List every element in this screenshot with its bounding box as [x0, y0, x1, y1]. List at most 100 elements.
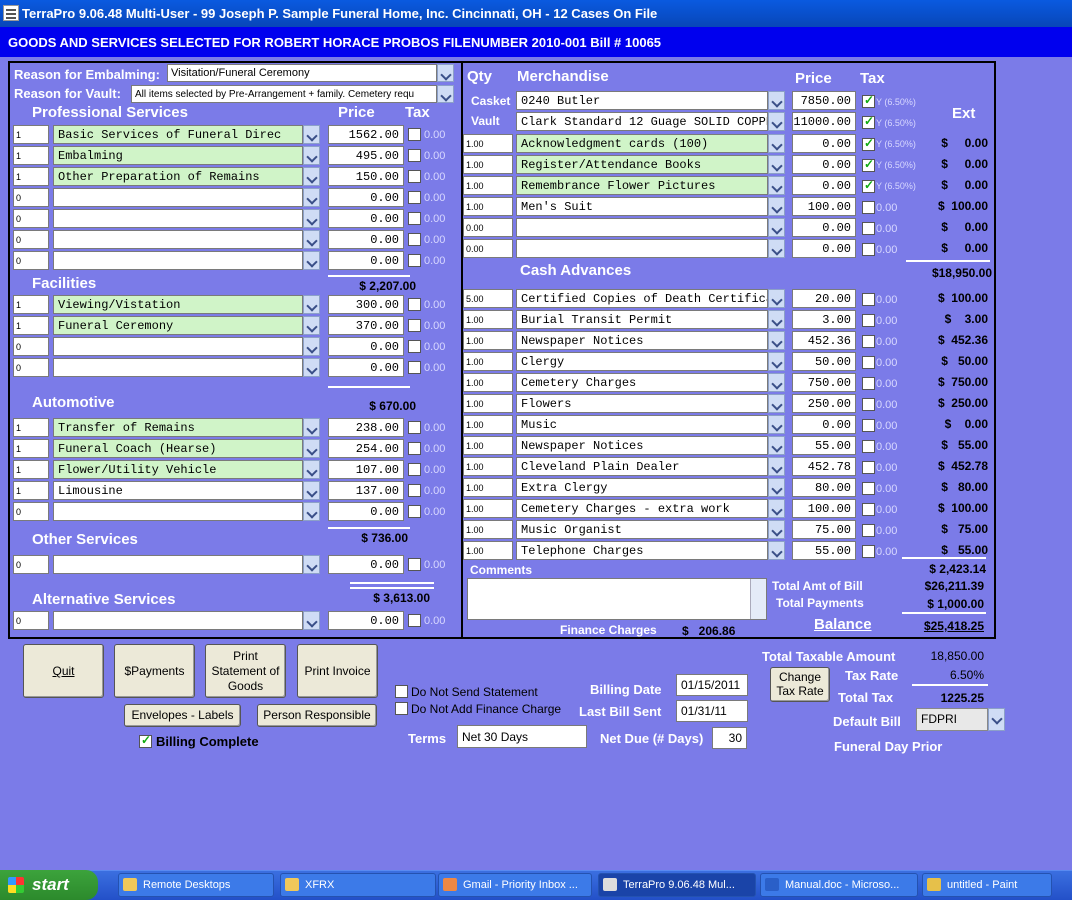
- item-name-field[interactable]: Cemetery Charges - extra work: [516, 499, 768, 518]
- service-name-field[interactable]: [53, 358, 303, 377]
- qty-spinner[interactable]: 1.00: [463, 436, 513, 455]
- item-dropdown[interactable]: [768, 478, 785, 497]
- app-icon[interactable]: [3, 5, 19, 21]
- tax-checkbox[interactable]: [408, 319, 421, 332]
- qty-spinner[interactable]: 0: [13, 358, 49, 377]
- tax-checkbox[interactable]: [862, 243, 875, 256]
- service-price-input[interactable]: 0.00: [328, 251, 404, 270]
- service-name-field[interactable]: [53, 188, 303, 207]
- tax-checkbox[interactable]: [862, 440, 875, 453]
- service-dropdown[interactable]: [303, 611, 320, 630]
- tax-checkbox[interactable]: [862, 503, 875, 516]
- qty-spinner[interactable]: 1.00: [463, 478, 513, 497]
- item-price-input[interactable]: 0.00: [792, 218, 856, 237]
- embalming-reason-dropdown[interactable]: [437, 64, 454, 82]
- qty-spinner[interactable]: 1.00: [463, 541, 513, 560]
- item-name-field[interactable]: Flowers: [516, 394, 768, 413]
- item-dropdown[interactable]: [768, 520, 785, 539]
- tax-checkbox[interactable]: [408, 614, 421, 627]
- item-name-field[interactable]: Burial Transit Permit: [516, 310, 768, 329]
- item-dropdown[interactable]: [768, 239, 785, 258]
- qty-spinner[interactable]: 1.00: [463, 499, 513, 518]
- service-price-input[interactable]: 254.00: [328, 439, 404, 458]
- item-name-field[interactable]: Clergy: [516, 352, 768, 371]
- service-dropdown[interactable]: [303, 167, 320, 186]
- tax-checkbox[interactable]: [862, 419, 875, 432]
- service-dropdown[interactable]: [303, 555, 320, 574]
- item-name-field[interactable]: Certified Copies of Death Certifica: [516, 289, 768, 308]
- qty-spinner[interactable]: 0: [13, 230, 49, 249]
- last-bill-sent-input[interactable]: 01/31/11: [676, 700, 748, 722]
- tax-checkbox[interactable]: [862, 524, 875, 537]
- item-price-input[interactable]: 80.00: [792, 478, 856, 497]
- service-name-field[interactable]: Basic Services of Funeral Direc: [53, 125, 303, 144]
- vault-tax-checkbox[interactable]: [862, 114, 875, 129]
- service-name-field[interactable]: Funeral Ceremony: [53, 316, 303, 335]
- envelopes-labels-button[interactable]: Envelopes - Labels: [124, 704, 241, 727]
- qty-spinner[interactable]: 0: [13, 209, 49, 228]
- qty-spinner[interactable]: 0: [13, 251, 49, 270]
- change-tax-rate-button[interactable]: Change Tax Rate: [770, 667, 830, 702]
- item-dropdown[interactable]: [768, 197, 785, 216]
- tax-checkbox[interactable]: [408, 340, 421, 353]
- service-price-input[interactable]: 107.00: [328, 460, 404, 479]
- service-dropdown[interactable]: [303, 358, 320, 377]
- qty-spinner[interactable]: 1.00: [463, 310, 513, 329]
- service-dropdown[interactable]: [303, 337, 320, 356]
- taskbar-item[interactable]: XFRX: [280, 873, 436, 897]
- item-dropdown[interactable]: [768, 457, 785, 476]
- item-price-input[interactable]: 750.00: [792, 373, 856, 392]
- item-name-field[interactable]: Remembrance Flower Pictures: [516, 176, 768, 195]
- item-name-field[interactable]: Cleveland Plain Dealer: [516, 457, 768, 476]
- comments-textarea[interactable]: [467, 578, 767, 620]
- print-statement-button[interactable]: Print Statement of Goods: [205, 644, 286, 698]
- tax-checkbox[interactable]: [862, 222, 875, 235]
- tax-checkbox[interactable]: [862, 461, 875, 474]
- service-name-field[interactable]: Limousine: [53, 481, 303, 500]
- item-name-field[interactable]: Cemetery Charges: [516, 373, 768, 392]
- qty-spinner[interactable]: 1: [13, 167, 49, 186]
- service-name-field[interactable]: [53, 251, 303, 270]
- service-price-input[interactable]: 137.00: [328, 481, 404, 500]
- item-dropdown[interactable]: [768, 541, 785, 560]
- billing-date-input[interactable]: 01/15/2011: [676, 674, 748, 696]
- service-price-input[interactable]: 0.00: [328, 188, 404, 207]
- item-price-input[interactable]: 0.00: [792, 155, 856, 174]
- service-name-field[interactable]: [53, 611, 303, 630]
- vault-dropdown[interactable]: [768, 112, 785, 131]
- item-name-field[interactable]: [516, 239, 768, 258]
- net-due-input[interactable]: 30: [712, 727, 747, 749]
- qty-spinner[interactable]: 0: [13, 555, 49, 574]
- qty-spinner[interactable]: 1: [13, 439, 49, 458]
- service-price-input[interactable]: 300.00: [328, 295, 404, 314]
- qty-spinner[interactable]: 1.00: [463, 520, 513, 539]
- qty-spinner[interactable]: 1: [13, 316, 49, 335]
- item-price-input[interactable]: 20.00: [792, 289, 856, 308]
- tax-checkbox[interactable]: [862, 398, 875, 411]
- do-not-add-finance-checkbox[interactable]: [395, 702, 408, 715]
- service-dropdown[interactable]: [303, 502, 320, 521]
- service-price-input[interactable]: 0.00: [328, 555, 404, 574]
- service-name-field[interactable]: [53, 337, 303, 356]
- item-name-field[interactable]: Telephone Charges: [516, 541, 768, 560]
- item-price-input[interactable]: 75.00: [792, 520, 856, 539]
- qty-spinner[interactable]: 0: [13, 188, 49, 207]
- qty-spinner[interactable]: 1: [13, 295, 49, 314]
- qty-spinner[interactable]: 1: [13, 460, 49, 479]
- taskbar-item[interactable]: untitled - Paint: [922, 873, 1052, 897]
- tax-checkbox[interactable]: [408, 128, 421, 141]
- taskbar-item[interactable]: TerraPro 9.06.48 Mul...: [598, 873, 756, 897]
- item-price-input[interactable]: 0.00: [792, 134, 856, 153]
- service-name-field[interactable]: Viewing/Vistation: [53, 295, 303, 314]
- service-dropdown[interactable]: [303, 209, 320, 228]
- service-dropdown[interactable]: [303, 418, 320, 437]
- casket-tax-checkbox[interactable]: [862, 93, 875, 108]
- service-dropdown[interactable]: [303, 316, 320, 335]
- item-name-field[interactable]: Extra Clergy: [516, 478, 768, 497]
- service-name-field[interactable]: [53, 555, 303, 574]
- service-name-field[interactable]: Embalming: [53, 146, 303, 165]
- service-price-input[interactable]: 0.00: [328, 209, 404, 228]
- service-name-field[interactable]: [53, 209, 303, 228]
- vault-field[interactable]: Clark Standard 12 Guage SOLID COPPE: [516, 112, 768, 131]
- service-price-input[interactable]: 0.00: [328, 611, 404, 630]
